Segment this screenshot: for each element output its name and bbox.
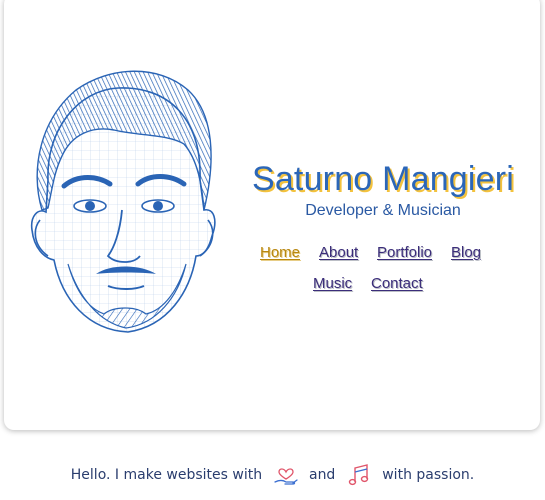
tagline-prefix: Hello. I make websites with [70,467,263,483]
portrait-sketch-icon [30,70,216,333]
nav-link-portfolio[interactable]: Portfolio [377,244,432,261]
nav-link-blog[interactable]: Blog [451,244,481,261]
heart-hand-icon [273,468,298,485]
nav-link-about[interactable]: About [319,244,358,261]
site-title: Saturno Mangieri [251,160,515,198]
profile-card: Saturno Mangieri Developer & Musician Ho… [4,0,540,430]
nav-link-music[interactable]: Music [313,275,352,292]
tagline-suffix: with passion. [382,467,475,483]
footer-tagline: Hello. I make websites with and with pas… [0,462,545,488]
site-subtitle: Developer & Musician [305,202,461,219]
nav-link-home[interactable]: Home [260,244,300,261]
music-note-icon [348,464,368,486]
tagline-middle: and [308,467,336,483]
nav-link-contact[interactable]: Contact [371,275,423,292]
